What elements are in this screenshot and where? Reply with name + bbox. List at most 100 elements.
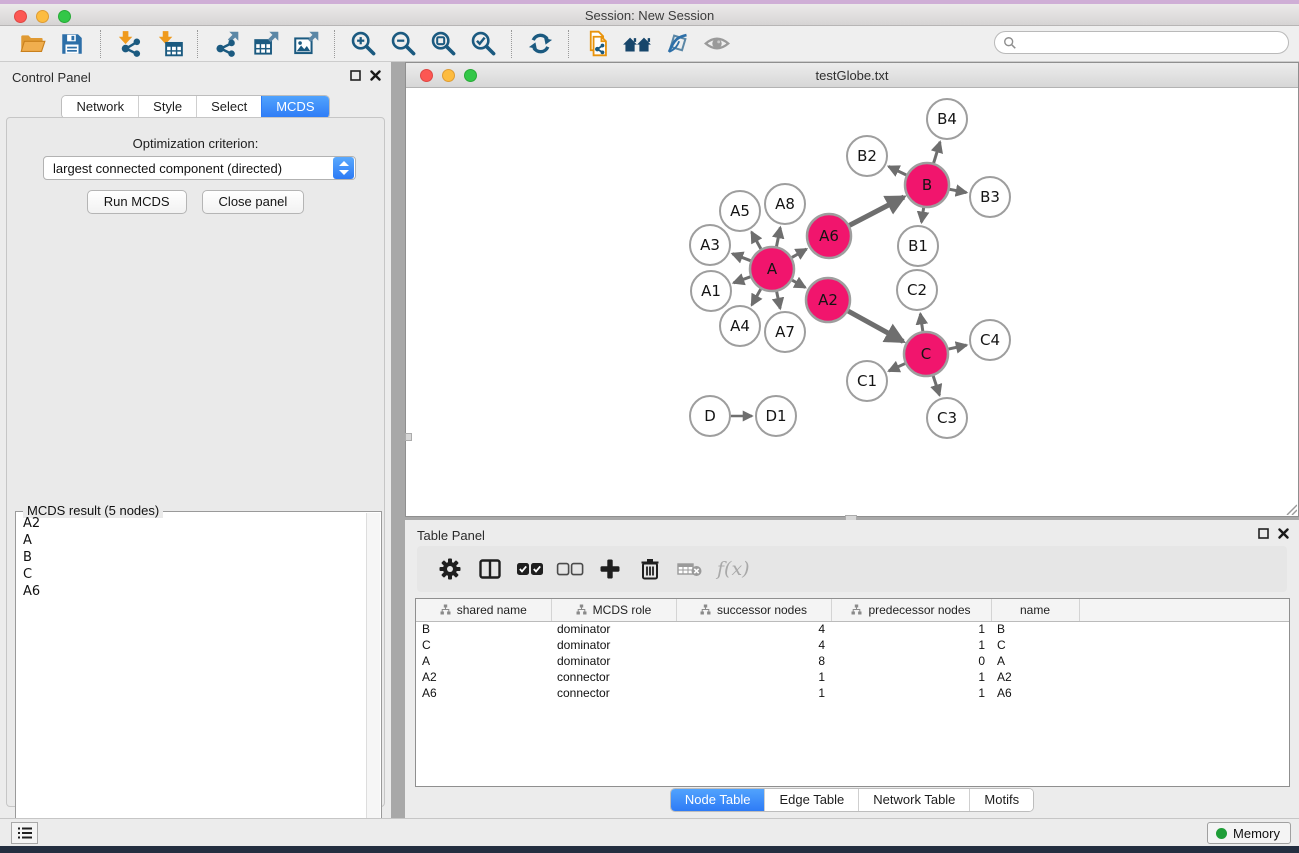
graph-node-D1[interactable]: D1 — [756, 396, 796, 436]
select-all-button[interactable] — [513, 552, 547, 586]
mcds-result-scrollbar[interactable] — [366, 513, 380, 853]
zoom-out-button[interactable] — [388, 29, 418, 59]
graph-node-A1[interactable]: A1 — [691, 271, 731, 311]
graph-node-A4[interactable]: A4 — [720, 306, 760, 346]
refresh-button[interactable] — [525, 29, 555, 59]
graph-node-C[interactable]: C — [904, 332, 948, 376]
graph-edge-A-A7[interactable] — [777, 292, 781, 309]
float-panel-icon[interactable] — [1258, 528, 1269, 539]
zoom-fit-button[interactable] — [428, 29, 458, 59]
graph-edge-A-A6[interactable] — [792, 249, 807, 257]
graph-node-B4[interactable]: B4 — [927, 99, 967, 139]
graph-node-A2[interactable]: A2 — [806, 278, 850, 322]
graph-edge-A-A2[interactable] — [792, 280, 805, 287]
graph-node-A7[interactable]: A7 — [765, 312, 805, 352]
tab-network-table[interactable]: Network Table — [858, 789, 969, 811]
import-table-button[interactable] — [154, 29, 184, 59]
zoom-in-button[interactable] — [348, 29, 378, 59]
tab-select[interactable]: Select — [196, 96, 261, 118]
graph-node-A3[interactable]: A3 — [690, 225, 730, 265]
table-row[interactable]: A6connector11A6 — [416, 685, 1289, 701]
graph-node-B1[interactable]: B1 — [898, 226, 938, 266]
graph-edge-C-C4[interactable] — [948, 345, 966, 349]
graph-node-B2[interactable]: B2 — [847, 136, 887, 176]
tab-style[interactable]: Style — [138, 96, 196, 118]
graph-node-label: C — [921, 345, 931, 363]
tab-motifs[interactable]: Motifs — [969, 789, 1033, 811]
close-panel-icon[interactable] — [1278, 528, 1289, 539]
close-panel-icon[interactable] — [370, 70, 381, 81]
graph-node-C3[interactable]: C3 — [927, 398, 967, 438]
export-table-button[interactable] — [251, 29, 281, 59]
toggle-labels-button[interactable] — [662, 29, 692, 59]
graph-edge-B-B3[interactable] — [950, 189, 967, 192]
criterion-select[interactable]: largest connected component (directed) — [43, 156, 356, 180]
export-network-button[interactable] — [211, 29, 241, 59]
graph-edge-B-B2[interactable] — [889, 166, 907, 175]
save-session-button[interactable] — [57, 29, 87, 59]
graph-edge-A-A1[interactable] — [734, 277, 751, 283]
graph-edge-A-A3[interactable] — [732, 254, 750, 261]
task-history-button[interactable] — [11, 822, 38, 844]
table-settings-button[interactable] — [433, 552, 467, 586]
graph-node-B3[interactable]: B3 — [970, 177, 1010, 217]
graph-node-D[interactable]: D — [690, 396, 730, 436]
graph-edge-C-C3[interactable] — [933, 376, 939, 395]
graph-node-A[interactable]: A — [750, 247, 794, 291]
table-row[interactable]: Cdominator41C — [416, 637, 1289, 653]
tab-edge-table[interactable]: Edge Table — [764, 789, 858, 811]
graph-node-C2[interactable]: C2 — [897, 270, 937, 310]
column-header-shared-name[interactable]: shared name — [416, 599, 551, 621]
close-panel-button[interactable]: Close panel — [202, 190, 305, 214]
graph-edge-A-A5[interactable] — [752, 232, 761, 249]
graph-node-C4[interactable]: C4 — [970, 320, 1010, 360]
frame-left-gripper[interactable] — [405, 433, 412, 441]
table-row[interactable]: A2connector11A2 — [416, 669, 1289, 685]
show-column-button[interactable] — [473, 552, 507, 586]
table-row[interactable]: Bdominator41B — [416, 621, 1289, 637]
show-all-networks-button[interactable] — [622, 29, 652, 59]
search-input[interactable] — [1017, 34, 1288, 52]
panel-divider[interactable] — [391, 62, 405, 818]
new-network-from-selection-button[interactable] — [582, 29, 612, 59]
graph-edge-A6-B[interactable] — [849, 197, 904, 225]
graph-edge-C-C1[interactable] — [889, 364, 905, 371]
resize-grip-icon[interactable] — [1284, 502, 1297, 515]
tab-node-table[interactable]: Node Table — [671, 789, 765, 811]
import-network-button[interactable] — [114, 29, 144, 59]
graph-edge-B-B4[interactable] — [934, 142, 940, 163]
memory-button[interactable]: Memory — [1207, 822, 1291, 844]
graph-node-A5[interactable]: A5 — [720, 191, 760, 231]
toggle-graphics-details-button[interactable] — [702, 29, 732, 59]
float-panel-icon[interactable] — [350, 70, 361, 81]
graph-node-C1[interactable]: C1 — [847, 361, 887, 401]
graph-node-A6[interactable]: A6 — [807, 214, 851, 258]
delete-column-button[interactable] — [633, 552, 667, 586]
graph-edge-B-B1[interactable] — [922, 208, 924, 223]
column-header-name[interactable]: name — [991, 599, 1079, 621]
graph-node-A8[interactable]: A8 — [765, 184, 805, 224]
zoom-selected-button[interactable] — [468, 29, 498, 59]
graph-edge-C-C2[interactable] — [920, 314, 922, 331]
table-cell: A2 — [416, 669, 551, 685]
tab-mcds[interactable]: MCDS — [261, 96, 328, 118]
run-mcds-button[interactable]: Run MCDS — [87, 190, 187, 214]
create-column-button[interactable] — [593, 552, 627, 586]
table-row[interactable]: Adominator80A — [416, 653, 1289, 669]
export-image-button[interactable] — [291, 29, 321, 59]
column-header-MCDS-role[interactable]: MCDS role — [551, 599, 676, 621]
function-builder-button[interactable]: f(x) — [717, 558, 750, 580]
network-window-titlebar[interactable]: testGlobe.txt — [406, 63, 1298, 88]
delete-table-button[interactable] — [673, 552, 707, 586]
network-canvas[interactable]: B4 B2 B B3 A5A8A6 A3 B1 A A1 C2 A2 A4A7 C4 C C1 D D1 C3 — [406, 88, 1298, 516]
open-session-button[interactable] — [17, 29, 47, 59]
graph-edge-A2-C[interactable] — [848, 311, 903, 341]
column-header-predecessor-nodes[interactable]: predecessor nodes — [831, 599, 991, 621]
column-header-successor-nodes[interactable]: successor nodes — [676, 599, 831, 621]
tab-network[interactable]: Network — [62, 96, 138, 118]
graph-edge-A-A8[interactable] — [777, 228, 781, 247]
graph-node-B[interactable]: B — [905, 163, 949, 207]
search-field[interactable] — [994, 31, 1289, 54]
graph-edge-A-A4[interactable] — [752, 289, 761, 305]
deselect-all-button[interactable] — [553, 552, 587, 586]
